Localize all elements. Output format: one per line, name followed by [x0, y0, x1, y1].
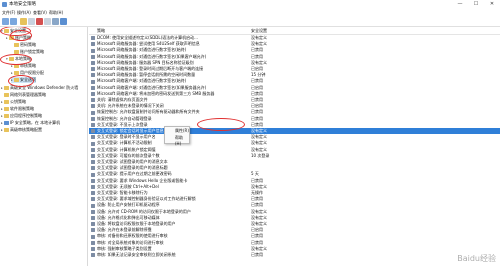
policy-icon: [91, 160, 95, 165]
policy-icon: [91, 116, 95, 121]
policy-icon: [91, 85, 95, 90]
column-header-policy[interactable]: 策略: [97, 27, 105, 34]
tree-item-software-restriction[interactable]: ▸ 软件限制策略: [1, 106, 34, 112]
context-menu-help[interactable]: 帮助(H): [175, 135, 189, 147]
policy-icon: [91, 91, 95, 96]
policy-icon: [91, 228, 95, 233]
policy-icon: [91, 67, 95, 72]
tree-item-public-key[interactable]: ▸ 公钥策略: [1, 99, 26, 105]
policy-icon: [91, 172, 95, 177]
close-button[interactable]: ✕: [484, 0, 500, 9]
tree-item-password-policy[interactable]: 密码策略: [11, 42, 36, 48]
policy-icon: [91, 54, 95, 59]
help-icon[interactable]: [60, 18, 67, 25]
highlight-circle: [8, 75, 34, 87]
highlight-circle: [0, 54, 32, 65]
menu-bar: 文件(F) 操作(A) 查看(V) 帮助(H): [0, 9, 500, 17]
folder-icon: [4, 93, 9, 97]
policy-icon: [91, 36, 95, 41]
policy-icon: [91, 178, 95, 183]
forward-icon[interactable]: [10, 18, 17, 25]
policy-name: 审核: 如果无法记录安全审核则立即关闭系统: [97, 252, 176, 257]
folder-icon: [4, 114, 9, 118]
policy-icon: [91, 222, 95, 227]
navigation-tree: ▾ 安全设置 ▸ 账户策略 密码策略 账户锁定策略 ▾ 本地策略 ▸ 审核策略 ▸ 用户权…: [0, 27, 88, 266]
list-header: 策略 安全设置: [89, 27, 500, 35]
policy-icon: [91, 191, 95, 196]
policy-icon: [91, 166, 95, 171]
policy-icon: [91, 110, 95, 115]
context-menu: 属性(R) 帮助(H): [164, 126, 190, 147]
folder-icon: [4, 86, 9, 90]
show-hide-tree-icon[interactable]: [28, 18, 35, 25]
menu-action[interactable]: 操作(A): [17, 10, 31, 16]
policy-icon: [91, 203, 95, 208]
folder-icon: [14, 43, 19, 47]
watermark: Baidu经验: [457, 254, 496, 263]
folder-icon: [4, 107, 9, 111]
tree-item-network-list[interactable]: 网络列表管理器策略: [1, 92, 46, 98]
policy-icon: [91, 135, 95, 140]
folder-up-icon[interactable]: [20, 18, 27, 25]
tree-item-ip-security[interactable]: ▸ IP 安全策略，在 本地计算机: [1, 120, 60, 126]
highlight-circle: [197, 118, 245, 131]
policy-icon: [91, 253, 95, 258]
properties-icon[interactable]: [44, 18, 51, 25]
shield-icon: [4, 121, 9, 125]
menu-view[interactable]: 查看(V): [33, 10, 47, 16]
tree-item-advanced-audit[interactable]: ▸ 高级审核策略配置: [1, 127, 42, 133]
column-header-setting[interactable]: 安全设置: [251, 27, 267, 34]
policy-icon: [91, 246, 95, 251]
policy-icon: [91, 209, 95, 214]
window-title: 本地安全策略: [9, 2, 36, 7]
policy-icon: [91, 122, 95, 127]
policy-icon: [91, 79, 95, 84]
policy-list: 策略 安全设置 DCOM: 使用安全描述符定义(SDDL)语法的计算机启动...…: [89, 27, 500, 266]
policy-icon: [91, 98, 95, 103]
policy-icon: [91, 197, 95, 202]
policy-icon: [91, 234, 95, 239]
policy-icon: [91, 42, 95, 47]
policy-icon: [91, 129, 95, 134]
export-list-icon[interactable]: [52, 18, 59, 25]
policy-setting: 已禁用: [251, 252, 263, 257]
policy-icon: [91, 215, 95, 220]
table-row[interactable]: 审核: 如果无法记录安全审核则立即关闭系统 已禁用: [89, 252, 500, 258]
menu-help[interactable]: 帮助(H): [49, 10, 63, 16]
tree-item-app-control[interactable]: ▸ 应用程序控制策略: [1, 113, 42, 119]
maximize-button[interactable]: ☐: [468, 0, 484, 9]
policy-icon: [91, 73, 95, 78]
policy-icon: [91, 48, 95, 53]
context-menu-properties[interactable]: 属性(R): [175, 128, 189, 134]
policy-icon: [91, 184, 95, 189]
minimize-button[interactable]: —: [452, 0, 468, 9]
policy-icon: [91, 104, 95, 109]
policy-icon: [91, 153, 95, 158]
highlight-circle: [10, 30, 32, 41]
back-icon[interactable]: [2, 18, 9, 25]
folder-icon: [4, 128, 9, 132]
menu-file[interactable]: 文件(F): [2, 10, 15, 16]
app-icon: [2, 2, 7, 7]
policy-icon: [91, 60, 95, 65]
title-bar: 本地安全策略 — ☐ ✕: [0, 0, 500, 9]
toolbar: [0, 17, 500, 27]
policy-icon: [91, 147, 95, 152]
policy-icon: [91, 141, 95, 146]
policy-icon: [91, 240, 95, 245]
folder-icon: [4, 100, 9, 104]
delete-icon[interactable]: [36, 18, 43, 25]
